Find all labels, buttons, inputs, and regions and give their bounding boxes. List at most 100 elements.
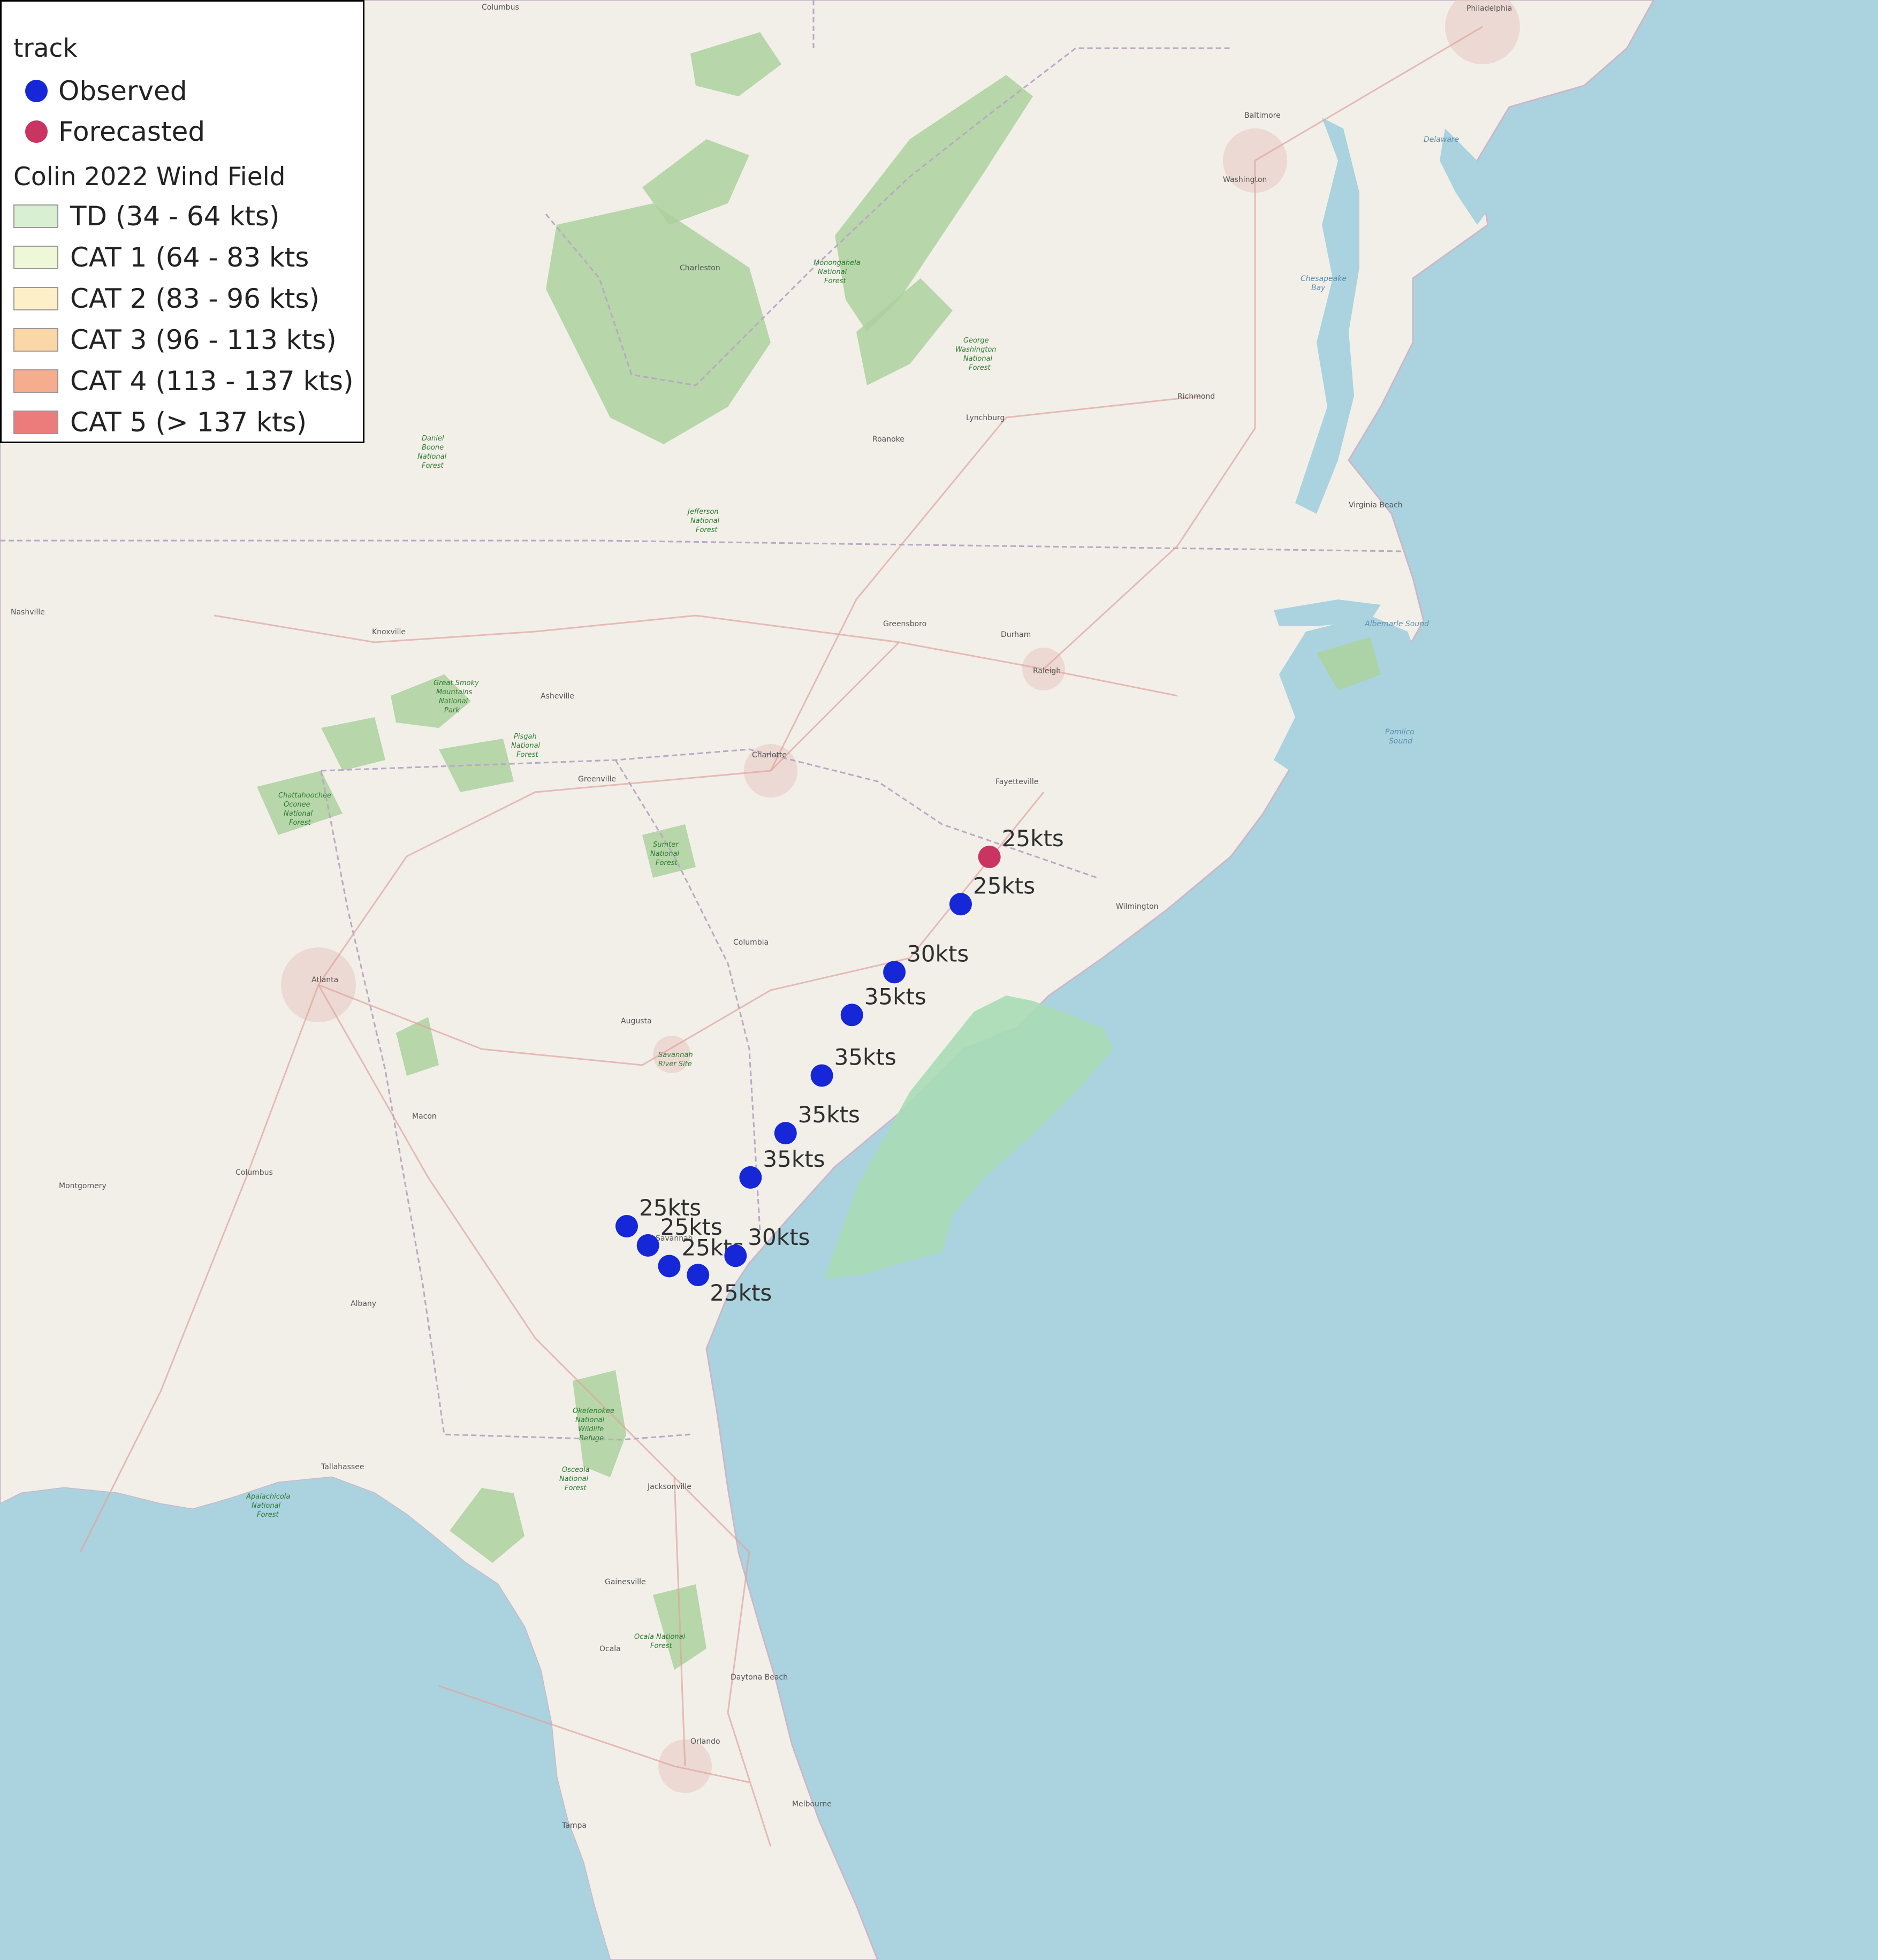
track-point-2[interactable]	[636, 1234, 659, 1257]
track-point-10[interactable]	[883, 961, 906, 984]
svg-text:Jefferson: Jefferson	[686, 508, 719, 516]
svg-text:Greensboro: Greensboro	[883, 620, 926, 628]
svg-text:Tampa: Tampa	[561, 1821, 587, 1830]
svg-text:National: National	[511, 742, 541, 750]
svg-text:Bay: Bay	[1311, 284, 1326, 292]
legend-track-title: track	[13, 34, 78, 63]
svg-text:Augusta: Augusta	[621, 1017, 652, 1025]
track-point-4[interactable]	[687, 1264, 710, 1287]
svg-text:Jacksonville: Jacksonville	[647, 1483, 691, 1491]
svg-text:Tallahassee: Tallahassee	[321, 1463, 364, 1471]
svg-text:Forest: Forest	[650, 1642, 673, 1650]
track-point-8[interactable]	[810, 1064, 833, 1087]
svg-text:Baltimore: Baltimore	[1244, 111, 1281, 120]
track-point-1[interactable]	[615, 1215, 638, 1237]
svg-text:Melbourne: Melbourne	[792, 1800, 832, 1809]
legend-item-forecasted: Forecasted	[13, 113, 205, 150]
cat5-swatch	[13, 411, 58, 434]
cat4-swatch	[13, 369, 58, 393]
svg-text:National: National	[284, 810, 313, 818]
track-point-11[interactable]	[949, 893, 972, 916]
svg-text:Albemarle Sound: Albemarle Sound	[1364, 620, 1429, 628]
track-point-6[interactable]	[739, 1166, 762, 1189]
svg-text:Columbus: Columbus	[235, 1168, 273, 1177]
svg-text:Knoxville: Knoxville	[372, 628, 406, 636]
svg-text:Philadelphia: Philadelphia	[1466, 4, 1512, 13]
svg-text:Daytona Beach: Daytona Beach	[731, 1673, 788, 1682]
legend-item-observed: Observed	[13, 72, 187, 110]
svg-text:Savannah: Savannah	[658, 1051, 693, 1059]
legend-item-cat1: CAT 1 (64 - 83 kts	[13, 239, 309, 276]
svg-text:Sumter: Sumter	[653, 841, 679, 849]
svg-text:Wilmington: Wilmington	[1116, 902, 1159, 911]
svg-text:Columbia: Columbia	[733, 938, 769, 947]
legend-item-cat3: CAT 3 (96 - 113 kts)	[13, 321, 337, 359]
svg-text:Gainesville: Gainesville	[605, 1578, 646, 1586]
legend-cat1-label: CAT 1 (64 - 83 kts	[70, 242, 309, 273]
svg-text:Pamlico: Pamlico	[1385, 728, 1415, 736]
svg-text:Raleigh: Raleigh	[1033, 667, 1061, 675]
map-viewport[interactable]: Columbus Philadelphia Baltimore Washingt…	[0, 0, 1878, 1960]
legend-item-cat4: CAT 4 (113 - 137 kts)	[13, 362, 354, 400]
svg-text:Oconee: Oconee	[284, 801, 310, 809]
track-point-label-4: 25kts	[710, 1280, 772, 1306]
svg-text:Osceola: Osceola	[562, 1466, 590, 1474]
svg-text:Park: Park	[444, 706, 460, 715]
legend-wind-title: Colin 2022 Wind Field	[13, 162, 286, 192]
svg-text:Columbus: Columbus	[482, 3, 519, 12]
svg-text:Charleston: Charleston	[680, 264, 720, 272]
svg-text:Virginia Beach: Virginia Beach	[1349, 501, 1403, 510]
legend-item-cat5: CAT 5 (> 137 kts)	[13, 404, 307, 441]
svg-text:Boone: Boone	[422, 444, 444, 452]
track-point-label-10: 30kts	[907, 940, 969, 967]
track-point-label-9: 35kts	[864, 983, 926, 1009]
track-point-5[interactable]	[724, 1244, 747, 1267]
svg-text:Washington: Washington	[1223, 176, 1267, 184]
svg-text:Pisgah: Pisgah	[514, 733, 537, 741]
svg-text:Orlando: Orlando	[690, 1737, 720, 1746]
svg-text:Forest: Forest	[516, 751, 539, 759]
td-swatch	[13, 204, 58, 228]
svg-text:Forest: Forest	[565, 1484, 587, 1492]
svg-text:National: National	[417, 453, 447, 461]
svg-text:Roanoke: Roanoke	[872, 435, 904, 444]
track-point-9[interactable]	[840, 1004, 863, 1027]
legend-item-td: TD (34 - 64 kts)	[13, 197, 280, 235]
track-point-label-8: 35kts	[834, 1044, 896, 1070]
svg-text:Great Smoky: Great Smoky	[434, 679, 479, 687]
legend-cat3-label: CAT 3 (96 - 113 kts)	[70, 324, 337, 355]
svg-text:Forest: Forest	[656, 859, 678, 867]
svg-text:National: National	[963, 355, 993, 363]
track-point-label-11: 25kts	[973, 872, 1035, 899]
track-point-3[interactable]	[658, 1255, 681, 1278]
track-point-12[interactable]	[978, 846, 1001, 868]
legend-cat5-label: CAT 5 (> 137 kts)	[70, 407, 307, 438]
svg-text:Forest: Forest	[824, 277, 847, 285]
svg-text:National: National	[818, 268, 847, 276]
svg-text:Montgomery: Montgomery	[59, 1182, 107, 1190]
svg-text:Mountains: Mountains	[436, 688, 473, 696]
legend-observed-label: Observed	[58, 75, 187, 107]
svg-text:National: National	[439, 697, 468, 705]
observed-marker-icon	[25, 80, 48, 102]
legend-cat4-label: CAT 4 (113 - 137 kts)	[70, 366, 354, 397]
svg-text:Wildlife: Wildlife	[578, 1425, 604, 1433]
cat1-swatch	[13, 246, 58, 269]
svg-text:Asheville: Asheville	[541, 692, 574, 701]
svg-text:Greenville: Greenville	[578, 775, 616, 784]
svg-text:Sound: Sound	[1389, 737, 1412, 746]
track-point-label-6: 35kts	[763, 1146, 825, 1172]
svg-text:Fayetteville: Fayetteville	[995, 778, 1038, 786]
svg-text:Ocala National: Ocala National	[634, 1633, 686, 1641]
svg-text:Okefenokee: Okefenokee	[573, 1407, 614, 1415]
svg-text:National: National	[252, 1502, 281, 1510]
svg-text:River Site: River Site	[658, 1060, 692, 1068]
svg-text:Charlotte: Charlotte	[752, 751, 787, 759]
cat3-swatch	[13, 328, 58, 352]
track-point-7[interactable]	[774, 1122, 797, 1145]
track-point-label-12: 25kts	[1002, 825, 1064, 852]
svg-text:Albany: Albany	[351, 1300, 376, 1308]
svg-text:Ocala: Ocala	[599, 1645, 621, 1653]
svg-text:Atlanta: Atlanta	[311, 976, 338, 984]
svg-text:George: George	[963, 337, 989, 345]
